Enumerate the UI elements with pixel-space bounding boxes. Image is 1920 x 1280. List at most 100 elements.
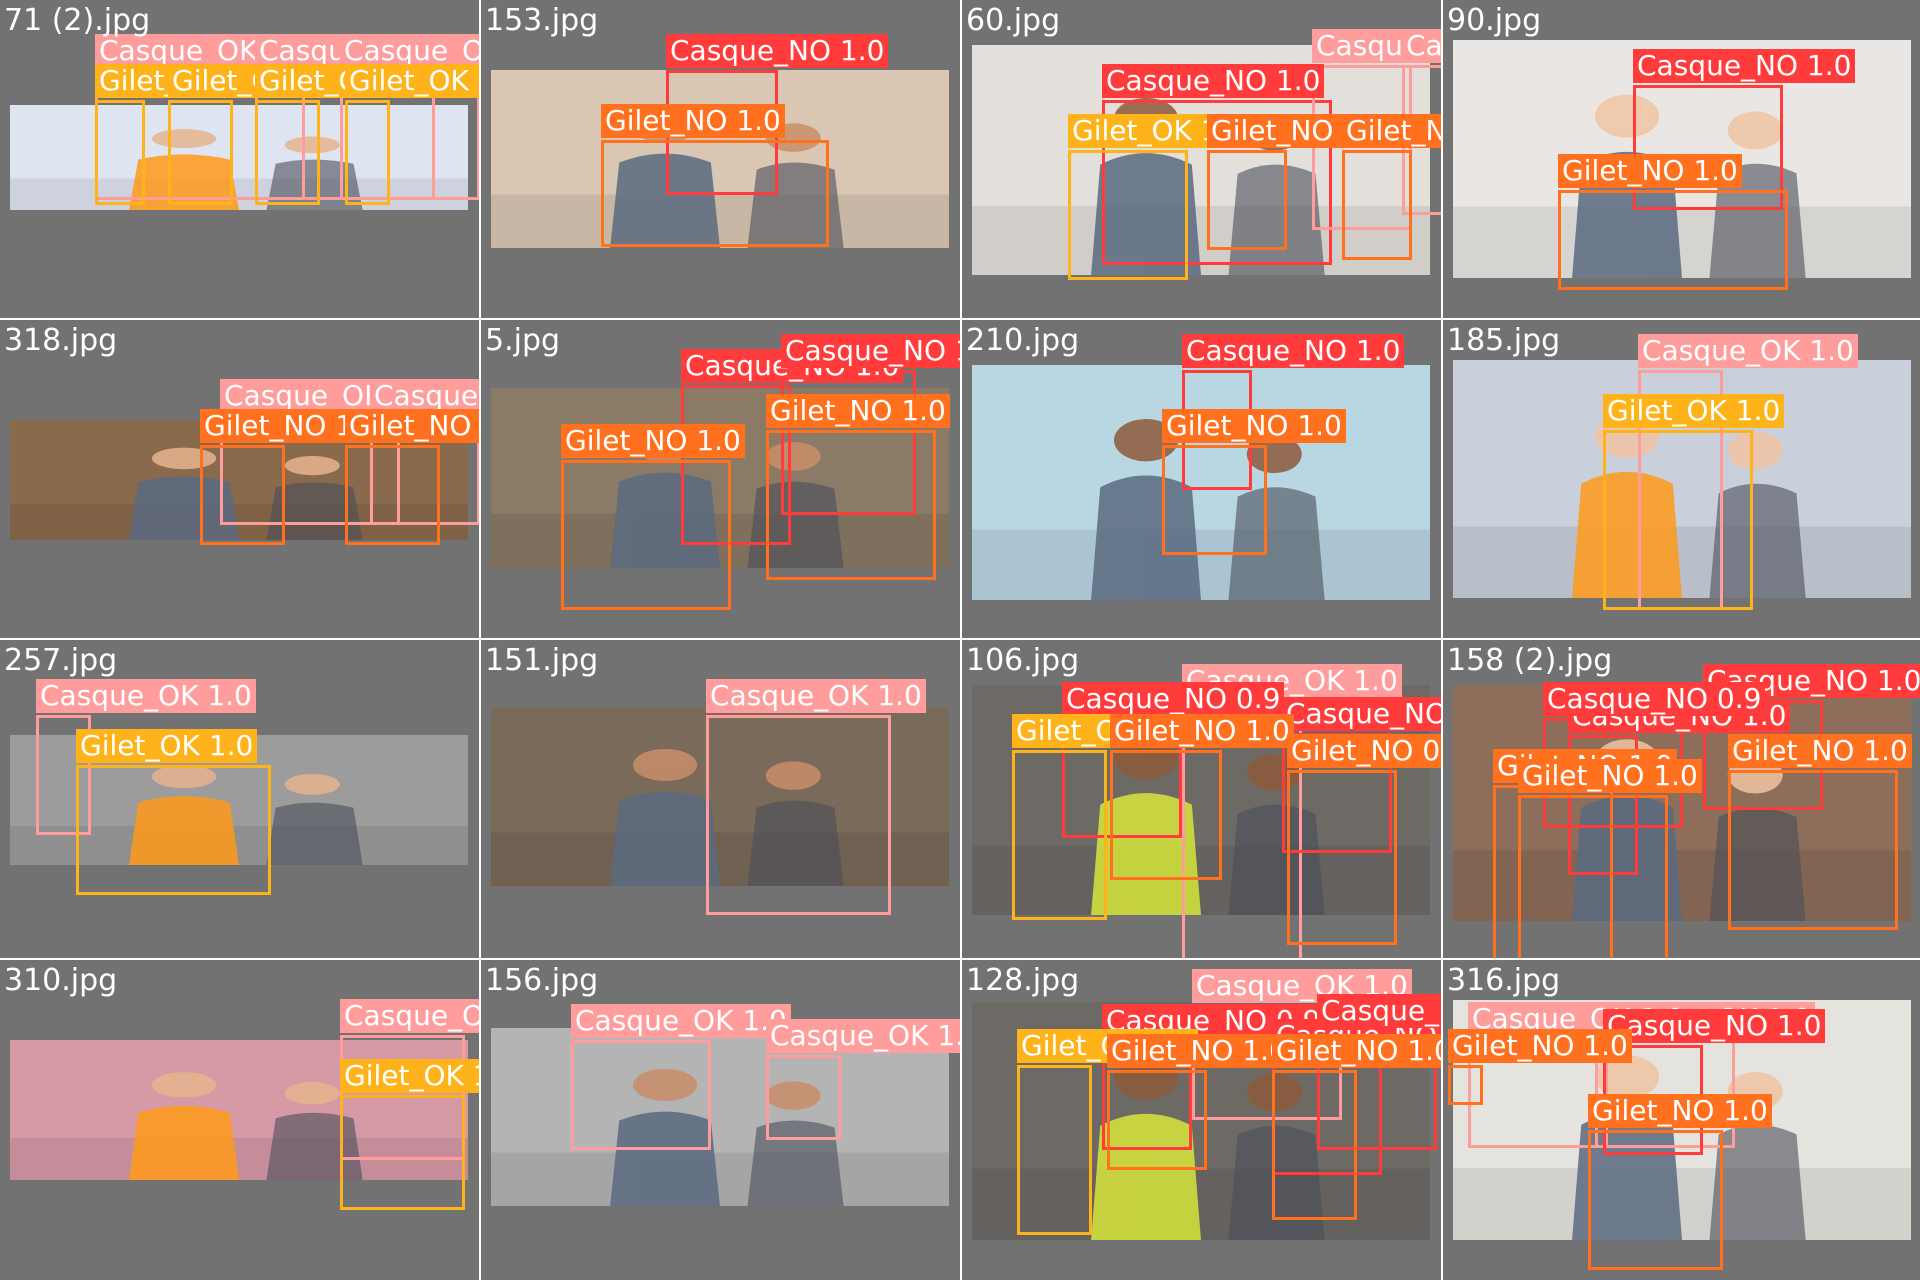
detection-box [571, 1040, 711, 1150]
detection-label: Casque_NO 1.0 [781, 334, 960, 368]
detection-box [95, 100, 145, 205]
detection-label: Gilet_NO 1.0 [1342, 114, 1441, 148]
detection-box [1603, 430, 1753, 610]
tile-filename: 310.jpg [4, 963, 118, 998]
detection-label: Gilet_NO 1.0 [601, 104, 785, 138]
detection-box [255, 100, 320, 205]
tile-filename: 71 (2).jpg [4, 3, 151, 38]
tile-filename: 151.jpg [485, 643, 599, 678]
detection-box [1287, 770, 1397, 945]
detection-label: Gilet_NO 0.9 [1287, 734, 1441, 768]
detection-label: Gilet_NO 1.0 [561, 424, 745, 458]
tile-photo [491, 1028, 949, 1206]
detection-label: Casque_NO 0.9 [1543, 682, 1766, 716]
grid-tile: 153.jpg Casque_NO 1.0 Gilet_NO 1.0 [481, 0, 960, 318]
detection-box [1012, 750, 1107, 920]
detection-label: Gilet_NO 1.0 [1110, 714, 1294, 748]
tile-filename: 318.jpg [4, 323, 118, 358]
grid-tile: 128.jpg Casque_OK 1.0 Casque_NO 0.9 Casque_… [962, 960, 1441, 1280]
detection-box [1068, 150, 1188, 280]
detection-box [1342, 150, 1412, 260]
detection-label: Casque_NO 1.0 [1603, 1009, 1826, 1043]
detection-box [1588, 1130, 1723, 1270]
detection-label: Casque_NO 0.9 [1062, 682, 1285, 716]
grid-tile: 316.jpgCasque_OK 1.0Casque_OK 1.0Casque_… [1443, 960, 1920, 1280]
tile-filename: 156.jpg [485, 963, 599, 998]
detection-label: Casque_OK 1.0 [1402, 29, 1441, 63]
detection-label: Casque_NO 1.0 [666, 34, 889, 68]
detection-box [340, 1095, 465, 1210]
detection-box [76, 765, 271, 895]
detection-label: Gilet_NO 1.0 [1107, 1034, 1291, 1068]
grid-tile: 90.jpg Casque_NO 1.0 Gilet_NO 1.0 [1443, 0, 1920, 318]
detection-label: Casque_OK 1.0 [1638, 334, 1858, 368]
grid-tile: 71 (2).jpgCasque_OK 1.0Casque_OK 0.9Casq… [0, 0, 479, 318]
detection-label: Casque_OK 1.0 [571, 1004, 791, 1038]
detection-label: Gilet_NO 1.0 [1588, 1094, 1772, 1128]
tile-filename: 316.jpg [1447, 963, 1561, 998]
detection-box [706, 715, 891, 915]
detection-label: Gilet_NO 1.0 [1558, 154, 1742, 188]
detection-label: Casque_OK 1.0 [766, 1019, 960, 1053]
detection-label: Gilet_NO 1.0 [766, 394, 950, 428]
detection-box [1162, 445, 1267, 555]
detection-box [766, 1055, 841, 1140]
detection-label: Gilet_NO 1.0 [1162, 409, 1346, 443]
grid-tile: 151.jpg Casque_OK 1.0 [481, 640, 960, 958]
grid-tile: 310.jpg Casque_OK 1.0 Gilet_OK 1.0 [0, 960, 479, 1280]
detection-label: Gilet_OK 1.0 [76, 729, 258, 763]
detection-label: Casque_OK 1.0 [36, 679, 256, 713]
detection-label: Casque_OK 1.0 [706, 679, 926, 713]
detection-box [1558, 190, 1788, 290]
grid-tile: 60.jpgCasque_NO 1.0Casque_OK 1.0Casque_O… [962, 0, 1441, 318]
tile-filename: 153.jpg [485, 3, 599, 38]
detection-grid: 71 (2).jpgCasque_OK 1.0Casque_OK 0.9Casq… [0, 0, 1920, 1280]
detection-box [200, 445, 285, 545]
detection-label: Gilet_NO 1.0 [1448, 1029, 1632, 1063]
grid-tile: 185.jpg Casque_OK 1.0 Gilet_OK 1.0 [1443, 320, 1920, 638]
detection-box [345, 100, 390, 205]
detection-label: Casque_NO 1.0 [1182, 334, 1405, 368]
detection-label: Casque_NO 1.0 [1633, 49, 1856, 83]
tile-filename: 5.jpg [485, 323, 561, 358]
tile-filename: 90.jpg [1447, 3, 1542, 38]
detection-label: Casque_NO 1.0 [1317, 994, 1441, 1028]
tile-filename: 60.jpg [966, 3, 1061, 38]
grid-tile: 257.jpg Casque_OK 1.0 Gilet_OK 1.0 [0, 640, 479, 958]
detection-box [1448, 1065, 1483, 1105]
detection-label: Gilet_NO 1.0 [1272, 1034, 1441, 1068]
tile-filename: 106.jpg [966, 643, 1080, 678]
detection-label: Casque_OK 1.0 [340, 999, 479, 1033]
tile-filename: 185.jpg [1447, 323, 1561, 358]
grid-tile: 156.jpg Casque_OK 1.0Casque_OK 1.0 [481, 960, 960, 1280]
detection-box [168, 100, 233, 205]
detection-label: Casque_NO 1.0 [1102, 64, 1325, 98]
detection-label: Casque_OK 1.0 [370, 379, 479, 413]
detection-box [601, 140, 829, 247]
grid-tile: 5.jpgCasque_NO 1.0Casque_NO 1.0Gilet_NO … [481, 320, 960, 638]
detection-label: Gilet_NO 1.0 [1518, 759, 1702, 793]
detection-label: Casque_NO 0.9 [1282, 697, 1441, 731]
detection-box [1107, 1070, 1207, 1170]
grid-tile: 210.jpg Casque_NO 1.0 Gilet_NO 1.0 [962, 320, 1441, 638]
detection-box [1272, 1070, 1357, 1220]
tile-filename: 210.jpg [966, 323, 1080, 358]
detection-box [345, 445, 440, 545]
detection-label: Gilet_NO 1.0 [1728, 734, 1912, 768]
detection-box [1110, 750, 1222, 880]
grid-tile: 106.jpg Casque_OK 1.0 Casque_NO 0.9 Casque_… [962, 640, 1441, 958]
grid-tile: 158 (2).jpgCasque_NO 1.0Casque_NO 1.0Cas… [1443, 640, 1920, 958]
detection-box [1518, 795, 1668, 958]
grid-tile: 318.jpgCasque_OK 1.0Casque_OK 1.0Gilet_N… [0, 320, 479, 638]
detection-label: Gilet_NO 1.0 [345, 409, 479, 443]
detection-label: Gilet_OK 1.0 [1603, 394, 1785, 428]
detection-box [1017, 1065, 1092, 1235]
detection-box [561, 460, 731, 610]
detection-box [1728, 770, 1898, 930]
tile-filename: 257.jpg [4, 643, 118, 678]
detection-label: Gilet_OK 1.0 [340, 1059, 479, 1093]
detection-label: Gilet_OK 1.0 [345, 64, 479, 98]
detection-box [766, 430, 936, 580]
tile-filename: 128.jpg [966, 963, 1080, 998]
tile-filename: 158 (2).jpg [1447, 643, 1613, 678]
